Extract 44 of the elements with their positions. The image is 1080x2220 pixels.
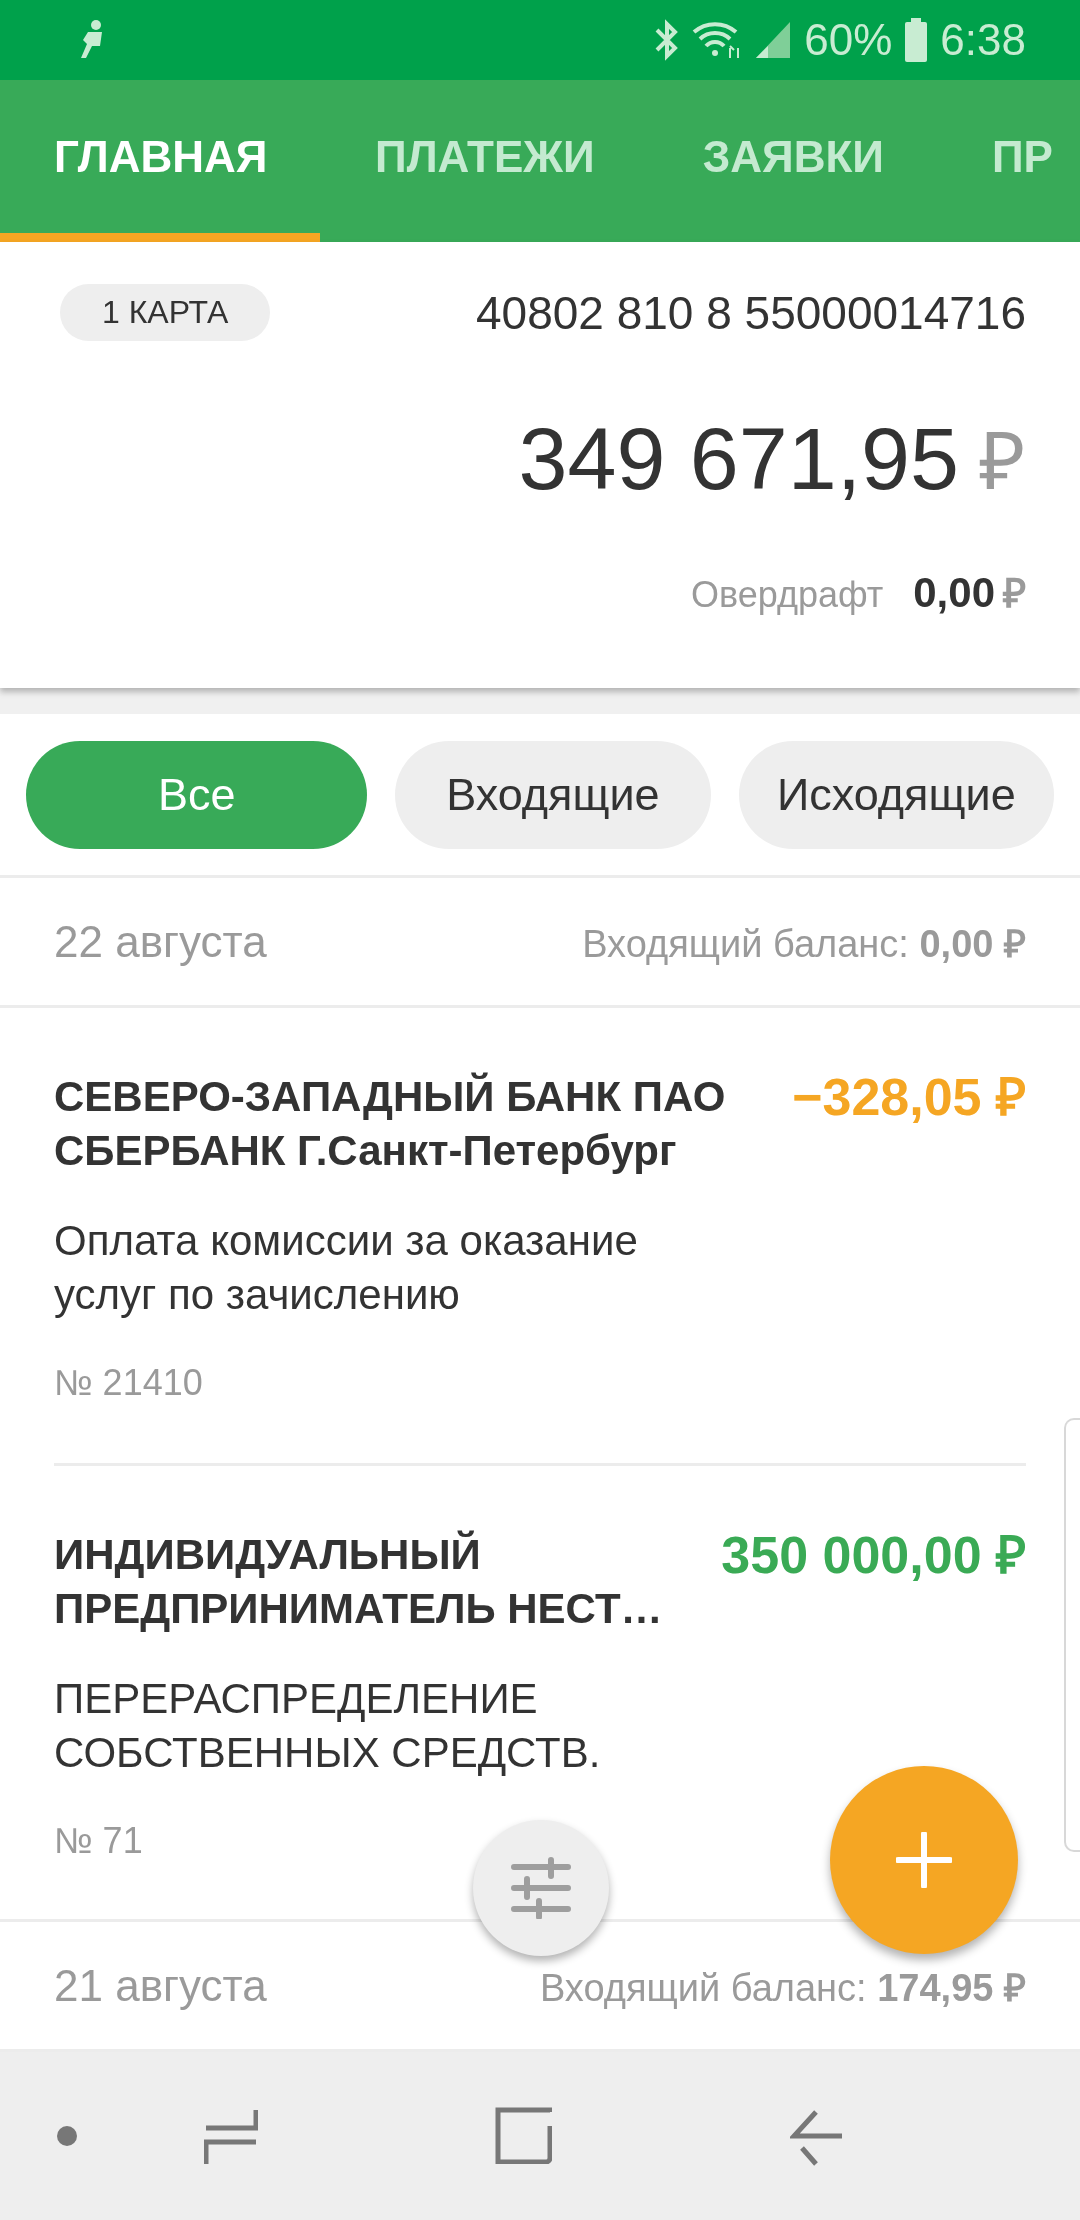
plus-icon (896, 1832, 952, 1888)
filter-chip[interactable]: Все (26, 740, 368, 849)
payment-purpose: Оплата комиссии за оказание услуг по зачислению (54, 1216, 639, 1320)
counterparty-name: ИНДИВИДУАЛЬНЫЙ ПРЕДПРИНИМАТЕЛЬ НЕСТ… (54, 1529, 664, 1634)
clock: 6:38 (940, 15, 1026, 65)
date-heading: 21 августа (54, 1960, 267, 2011)
balance-label: Входящий баланс: (539, 1966, 867, 2009)
tab[interactable]: ПР (991, 80, 1053, 242)
transaction-amount: 350 000,00 ₽ (721, 1528, 1026, 1582)
dot-icon (56, 2125, 78, 2147)
overdraft-label: Овердрафт (690, 574, 884, 616)
balance-amount: 349 671,95 (518, 408, 959, 510)
filter-button[interactable] (473, 1820, 609, 1956)
tab[interactable]: ЗАЯВКИ (702, 80, 884, 242)
recent-apps-button[interactable] (204, 2108, 258, 2166)
overdraft-amount: 0,00 (913, 569, 995, 617)
dot-button[interactable] (56, 2125, 78, 2147)
balance-amount: 0,00 ₽ (919, 922, 1026, 965)
balance-label: Входящий баланс: (582, 922, 909, 965)
tab[interactable]: ПЛАТЕЖИ (375, 80, 595, 242)
filter-chip[interactable]: Исходящие (738, 740, 1054, 849)
cards-badge[interactable]: 1 КАРТА (60, 284, 271, 341)
scrollbar[interactable] (1064, 1418, 1080, 1852)
filter-chip[interactable]: Входящие (395, 740, 711, 849)
counterparty-name: СЕВЕРО-ЗАПАДНЫЙ БАНК ПАО СБЕРБАНК Г.Санкт-Петербург (54, 1071, 727, 1176)
currency-sign: ₽ (1003, 570, 1026, 617)
home-icon (494, 2106, 552, 2164)
battery-icon (904, 18, 929, 62)
payment-purpose: ПЕРЕРАСПРЕДЕЛЕНИЕ СОБСТВЕННЫХ СРЕДСТВ. (54, 1674, 602, 1778)
back-button[interactable] (790, 2110, 844, 2166)
document-number: № 21410 (54, 1362, 203, 1404)
back-icon (790, 2110, 844, 2166)
transaction-amount: −328,05 ₽ (792, 1070, 1026, 1124)
tab[interactable]: ГЛАВНАЯ (0, 80, 320, 242)
battery-percent: 60% (804, 15, 893, 65)
balance-amount: 174,95 ₽ (877, 1966, 1026, 2009)
recent-apps-icon (204, 2108, 258, 2166)
signal-icon (754, 20, 793, 60)
account-number: 40802 810 8 55000014716 (476, 285, 1026, 340)
home-button[interactable] (494, 2106, 552, 2164)
date-heading: 22 августа (54, 916, 267, 967)
sliders-icon (511, 1857, 571, 1919)
currency-sign: ₽ (979, 416, 1026, 508)
document-number: № 71 (54, 1820, 143, 1862)
